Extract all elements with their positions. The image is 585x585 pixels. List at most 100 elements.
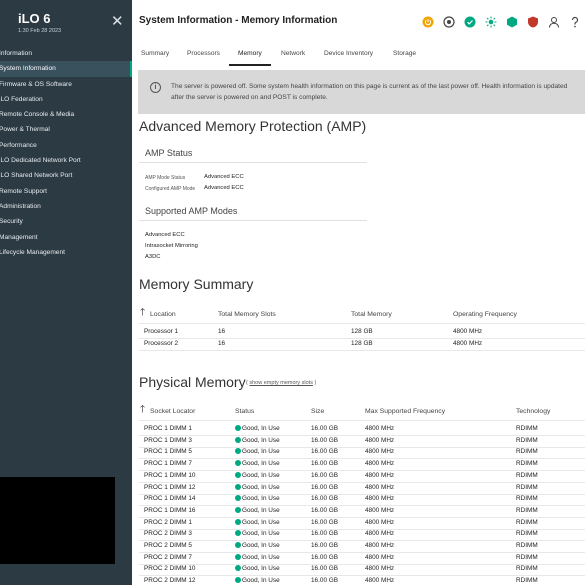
supported-amp-heading: Supported AMP Modes <box>145 206 238 216</box>
table-row-divider <box>139 338 585 339</box>
user-icon[interactable] <box>548 16 560 28</box>
dimm-cell: 16.00 GB <box>311 518 339 526</box>
sidebar-item-power-thermal[interactable]: Power & Thermal <box>0 122 132 137</box>
sidebar-item-performance[interactable]: Performance <box>0 138 132 153</box>
status-cell: Good, In Use <box>235 448 280 455</box>
dimm-cell: RDIMM <box>516 565 538 573</box>
status-text: Good, In Use <box>242 542 280 549</box>
dimm-cell: 16.00 GB <box>311 495 339 503</box>
status-ok-icon <box>235 577 241 584</box>
col-size[interactable]: Size <box>311 408 324 415</box>
sidebar-nav: Information System Information Firmware & … <box>0 46 132 260</box>
supported-mode: Advanced ECC <box>145 232 185 238</box>
dimm-cell: 16.00 GB <box>311 530 339 538</box>
power-icon[interactable] <box>422 16 434 28</box>
dimm-cell: 4800 MHz <box>365 460 395 468</box>
dimm-cell: 4800 MHz <box>365 530 395 538</box>
sidebar-item-system-information[interactable]: System Information <box>0 61 132 77</box>
dimm-cell: RDIMM <box>516 471 538 479</box>
summary-cell: Processor 1 <box>144 328 179 335</box>
tab-network[interactable]: Network <box>281 50 305 57</box>
sidebar-item-lifecycle-management[interactable]: Lifecycle Management <box>0 245 132 260</box>
divider <box>139 220 367 221</box>
status-cell: Good, In Use <box>235 565 280 572</box>
status-ok-icon <box>235 495 241 502</box>
physical-memory-title: Physical Memory <box>139 374 246 390</box>
status-ok-icon <box>235 425 241 431</box>
dimm-cell: 4800 MHz <box>365 495 395 503</box>
dimm-cell: RDIMM <box>516 425 538 432</box>
status-text: Good, In Use <box>242 577 280 585</box>
dimm-cell: 16.00 GB <box>311 448 339 456</box>
status-ok-icon <box>235 565 241 572</box>
dimm-cell: 4800 MHz <box>365 553 395 561</box>
link-open-paren: ( <box>246 380 248 386</box>
summary-cell: 16 <box>218 340 226 347</box>
hexagon-icon[interactable] <box>506 16 518 28</box>
status-cell: Good, In Use <box>235 518 280 526</box>
summary-cell: 128 GB <box>351 340 373 347</box>
app-version: 1.30 Feb 28 2023 <box>18 28 62 34</box>
sidebar-item-security[interactable]: Security <box>0 214 132 229</box>
tab-processors[interactable]: Processors <box>187 50 220 57</box>
configured-amp-mode-value: Advanced ECC <box>204 185 244 191</box>
col-total-memory[interactable]: Total Memory <box>351 311 392 318</box>
dimm-cell: 16.00 GB <box>311 542 339 549</box>
sidebar-item-management[interactable]: Management <box>0 230 132 245</box>
dimm-cell: 16.00 GB <box>311 483 339 491</box>
redacted-region <box>0 477 115 564</box>
health-ok-icon[interactable] <box>464 16 476 28</box>
dimm-cell: 4800 MHz <box>365 565 395 573</box>
dimm-cell: 4800 MHz <box>365 436 395 444</box>
col-socket-locator[interactable]: Socket Locator <box>150 408 195 415</box>
brand: iLO 6 1.30 Feb 28 2023 <box>18 12 61 36</box>
col-location[interactable]: Location <box>150 311 176 318</box>
status-text: Good, In Use <box>242 483 280 491</box>
sidebar-item-ilo-shared-network-port[interactable]: iLO Shared Network Port <box>0 168 132 183</box>
status-text: Good, In Use <box>242 448 280 456</box>
close-sidebar-icon[interactable]: ✕ <box>111 14 124 29</box>
status-cell: Good, In Use <box>235 471 280 479</box>
dimm-cell: 16.00 GB <box>311 506 339 514</box>
show-empty-slots-text[interactable]: show empty memory slots <box>249 380 313 386</box>
dimm-cell: 4800 MHz <box>365 577 395 585</box>
dimm-cell: 4800 MHz <box>365 542 395 549</box>
amp-mode-status-value: Advanced ECC <box>204 174 244 180</box>
dimm-cell: 4800 MHz <box>365 448 395 456</box>
sort-up-icon[interactable]: 🡑 <box>140 405 145 415</box>
status-text: Good, In Use <box>242 506 280 514</box>
col-total-slots[interactable]: Total Memory Slots <box>218 311 276 318</box>
col-status[interactable]: Status <box>235 408 254 415</box>
tab-device-inventory[interactable]: Device Inventory <box>324 50 373 57</box>
dimm-cell: PROC 2 DIMM 5 <box>144 542 192 549</box>
sidebar-item-administration[interactable]: Administration <box>0 199 132 214</box>
sidebar-item-remote-support[interactable]: Remote Support <box>0 184 132 199</box>
tab-summary[interactable]: Summary <box>141 50 169 57</box>
tab-storage[interactable]: Storage <box>393 50 416 57</box>
uid-sun-icon[interactable] <box>485 16 497 28</box>
sidebar-item-information[interactable]: Information <box>0 46 132 61</box>
dimm-cell: RDIMM <box>516 483 538 491</box>
sidebar-item-remote-console-media[interactable]: Remote Console & Media <box>0 107 132 122</box>
show-empty-slots-link[interactable]: ( show empty memory slots ) <box>246 380 316 386</box>
active-tab-indicator <box>229 64 271 66</box>
sidebar-item-ilo-dedicated-network-port[interactable]: iLO Dedicated Network Port <box>0 153 132 168</box>
target-icon[interactable] <box>443 16 455 28</box>
summary-cell: Processor 2 <box>144 340 179 347</box>
dimm-cell: PROC 1 DIMM 7 <box>144 460 192 468</box>
status-text: Good, In Use <box>242 425 280 432</box>
sidebar-item-firmware-os-software[interactable]: Firmware & OS Software <box>0 77 132 92</box>
dimm-cell: 4800 MHz <box>365 483 395 491</box>
help-icon[interactable] <box>569 16 581 28</box>
shield-icon[interactable] <box>527 16 539 28</box>
col-max-frequency[interactable]: Max Supported Frequency <box>365 408 445 415</box>
status-cell: Good, In Use <box>235 506 280 514</box>
tab-memory[interactable]: Memory <box>238 50 262 57</box>
col-technology[interactable]: Technology <box>516 408 550 415</box>
sort-up-icon[interactable]: 🡑 <box>140 308 145 318</box>
dimm-cell: RDIMM <box>516 553 538 561</box>
amp-mode-status-label: AMP Mode Status <box>145 175 186 181</box>
dimm-cell: PROC 2 DIMM 7 <box>144 553 192 561</box>
col-operating-frequency[interactable]: Operating Frequency <box>453 311 517 318</box>
sidebar-item-ilo-federation[interactable]: iLO Federation <box>0 92 132 107</box>
